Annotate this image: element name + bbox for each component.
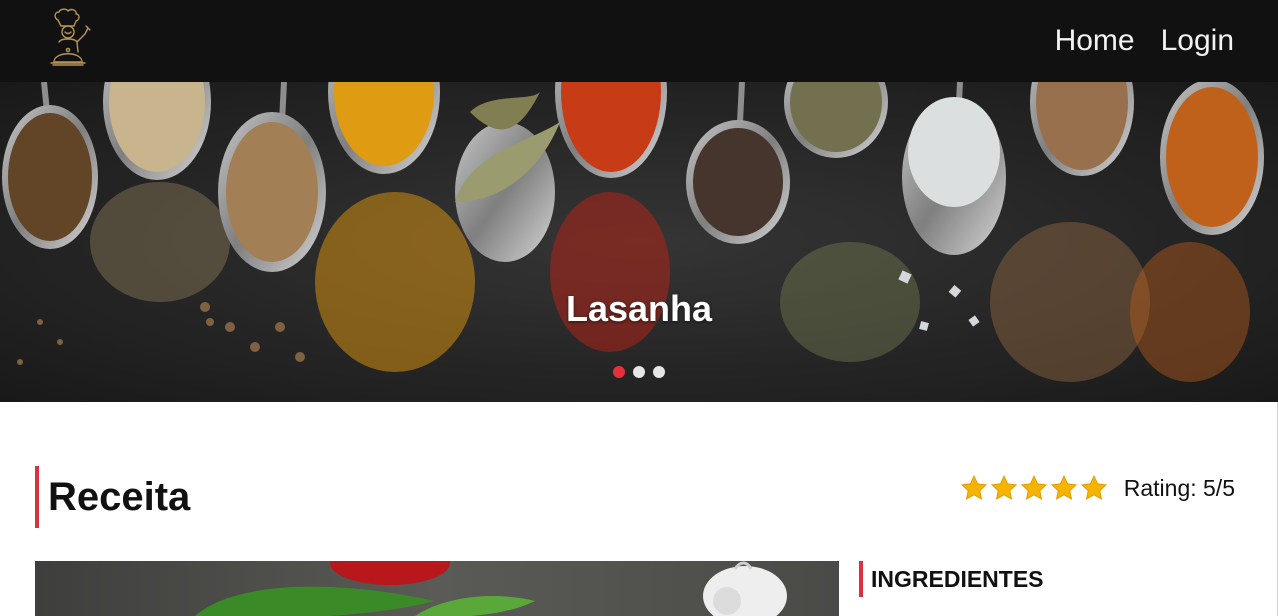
star-icon [1020, 475, 1047, 500]
recipe-photo [35, 561, 839, 616]
ingredients-title: INGREDIENTES [871, 565, 1044, 592]
rating-stars [960, 474, 1108, 502]
nav-home-link[interactable]: Home [1055, 24, 1135, 58]
nav-login-link[interactable]: Login [1161, 24, 1234, 58]
spices-background-image [0, 82, 1278, 402]
page-title: Receita [48, 474, 191, 519]
carousel-dot-1[interactable] [613, 366, 625, 378]
star-icon [960, 475, 987, 500]
carousel-indicators [0, 366, 1278, 378]
star-icon [1080, 475, 1107, 500]
ingredients-heading: INGREDIENTES [859, 561, 1044, 597]
rating-text: Rating: 5/5 [1123, 474, 1235, 501]
star-icon [990, 475, 1017, 500]
hero-caption: Lasanha [565, 288, 713, 329]
rating-block: Rating: 5/5 [960, 466, 1235, 510]
recipe-section-heading: Receita [35, 466, 190, 528]
navbar: Home Login [0, 0, 1278, 82]
chef-logo-icon[interactable] [44, 8, 96, 72]
nav-links: Home Login [1055, 0, 1234, 82]
carousel-dot-2[interactable] [633, 366, 645, 378]
hero-carousel[interactable]: Lasanha [0, 82, 1278, 402]
carousel-dot-3[interactable] [653, 366, 665, 378]
star-icon [1050, 475, 1077, 500]
